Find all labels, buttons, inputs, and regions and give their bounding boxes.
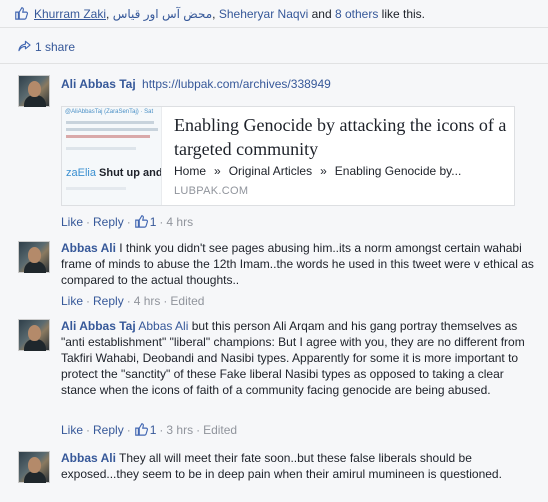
and-text: and (311, 7, 332, 21)
reply-button[interactable]: Reply (93, 294, 124, 308)
comment-author[interactable]: Abbas Ali (61, 451, 116, 465)
comment-author[interactable]: Ali Abbas Taj (61, 77, 136, 91)
comment-author[interactable]: Ali Abbas Taj (61, 319, 136, 333)
comment-author[interactable]: Abbas Ali (61, 241, 116, 255)
link-preview-card[interactable]: @AliAbbasTaj (ZaraSenTaj) · Sat zaElia S… (61, 106, 515, 206)
timestamp[interactable]: 3 hrs (166, 423, 193, 437)
timestamp[interactable]: 4 hrs (166, 215, 193, 229)
share-arrow-icon (18, 40, 31, 52)
comment-body: Abbas Ali They all will meet their fate … (61, 450, 518, 482)
avatar[interactable] (18, 241, 50, 273)
like-button[interactable]: Like (61, 294, 83, 308)
thumbs-up-icon (134, 215, 148, 228)
liker-name-2[interactable]: محض آس اور قیاس (113, 7, 212, 21)
comment-body: Ali Abbas Taj Abbas Ali but this person … (61, 318, 536, 398)
likes-summary: Khurram Zaki, محض آس اور قیاس, Sheheryar… (0, 0, 548, 28)
comment-text: They all will meet their fate soon..but … (61, 451, 502, 481)
link-preview-thumbnail: @AliAbbasTaj (ZaraSenTaj) · Sat zaElia S… (62, 107, 162, 205)
comment-mention[interactable]: Abbas Ali (138, 319, 188, 333)
comment-actions: Like · Reply · 1 · 4 hrs (61, 215, 194, 229)
link-preview-title[interactable]: Enabling Genocide by attacking the icons… (174, 113, 514, 161)
comma: , (212, 7, 216, 21)
likes-suffix: like this. (381, 7, 426, 21)
thumbs-up-icon (134, 423, 148, 436)
timestamp[interactable]: 4 hrs (134, 294, 161, 308)
shares-summary[interactable]: 1 share (0, 28, 548, 64)
liker-name-1[interactable]: Khurram Zaki (34, 7, 106, 21)
comment-url-link[interactable]: https://lubpak.com/archives/338949 (139, 77, 331, 91)
comment-actions: Like · Reply · 4 hrs · Edited (61, 294, 205, 308)
comment-actions: Like · Reply · 1 · 3 hrs · Edited (61, 423, 238, 437)
comment-body: Ali Abbas Taj https://lubpak.com/archive… (61, 76, 538, 92)
link-preview-breadcrumb: Home» Original Articles» Enabling Genocide… (174, 164, 462, 178)
comma: , (106, 7, 110, 21)
comment-body: Abbas Ali I think you didn't see pages a… (61, 240, 534, 288)
link-preview-domain: LUBPAK.COM (174, 185, 249, 197)
liker-name-3[interactable]: Sheheryar Naqvi (219, 7, 308, 21)
edited-label[interactable]: Edited (170, 294, 204, 308)
edited-label[interactable]: Edited (203, 423, 237, 437)
reply-button[interactable]: Reply (93, 423, 124, 437)
avatar[interactable] (18, 75, 50, 107)
likers-others-link[interactable]: 8 others (335, 7, 378, 21)
avatar[interactable] (18, 319, 50, 351)
comment-text: I think you didn't see pages abusing him… (61, 241, 534, 287)
shares-count: 1 share (35, 40, 76, 54)
reply-button[interactable]: Reply (93, 215, 124, 229)
avatar[interactable] (18, 451, 50, 483)
like-button[interactable]: Like (61, 423, 83, 437)
thumb-handle-text: @AliAbbasTaj (ZaraSenTaj) · Sat (65, 109, 154, 115)
like-button[interactable]: Like (61, 215, 83, 229)
thumb-caption: zaElia Shut up and get l (66, 167, 162, 179)
thumbs-up-icon (15, 7, 28, 20)
